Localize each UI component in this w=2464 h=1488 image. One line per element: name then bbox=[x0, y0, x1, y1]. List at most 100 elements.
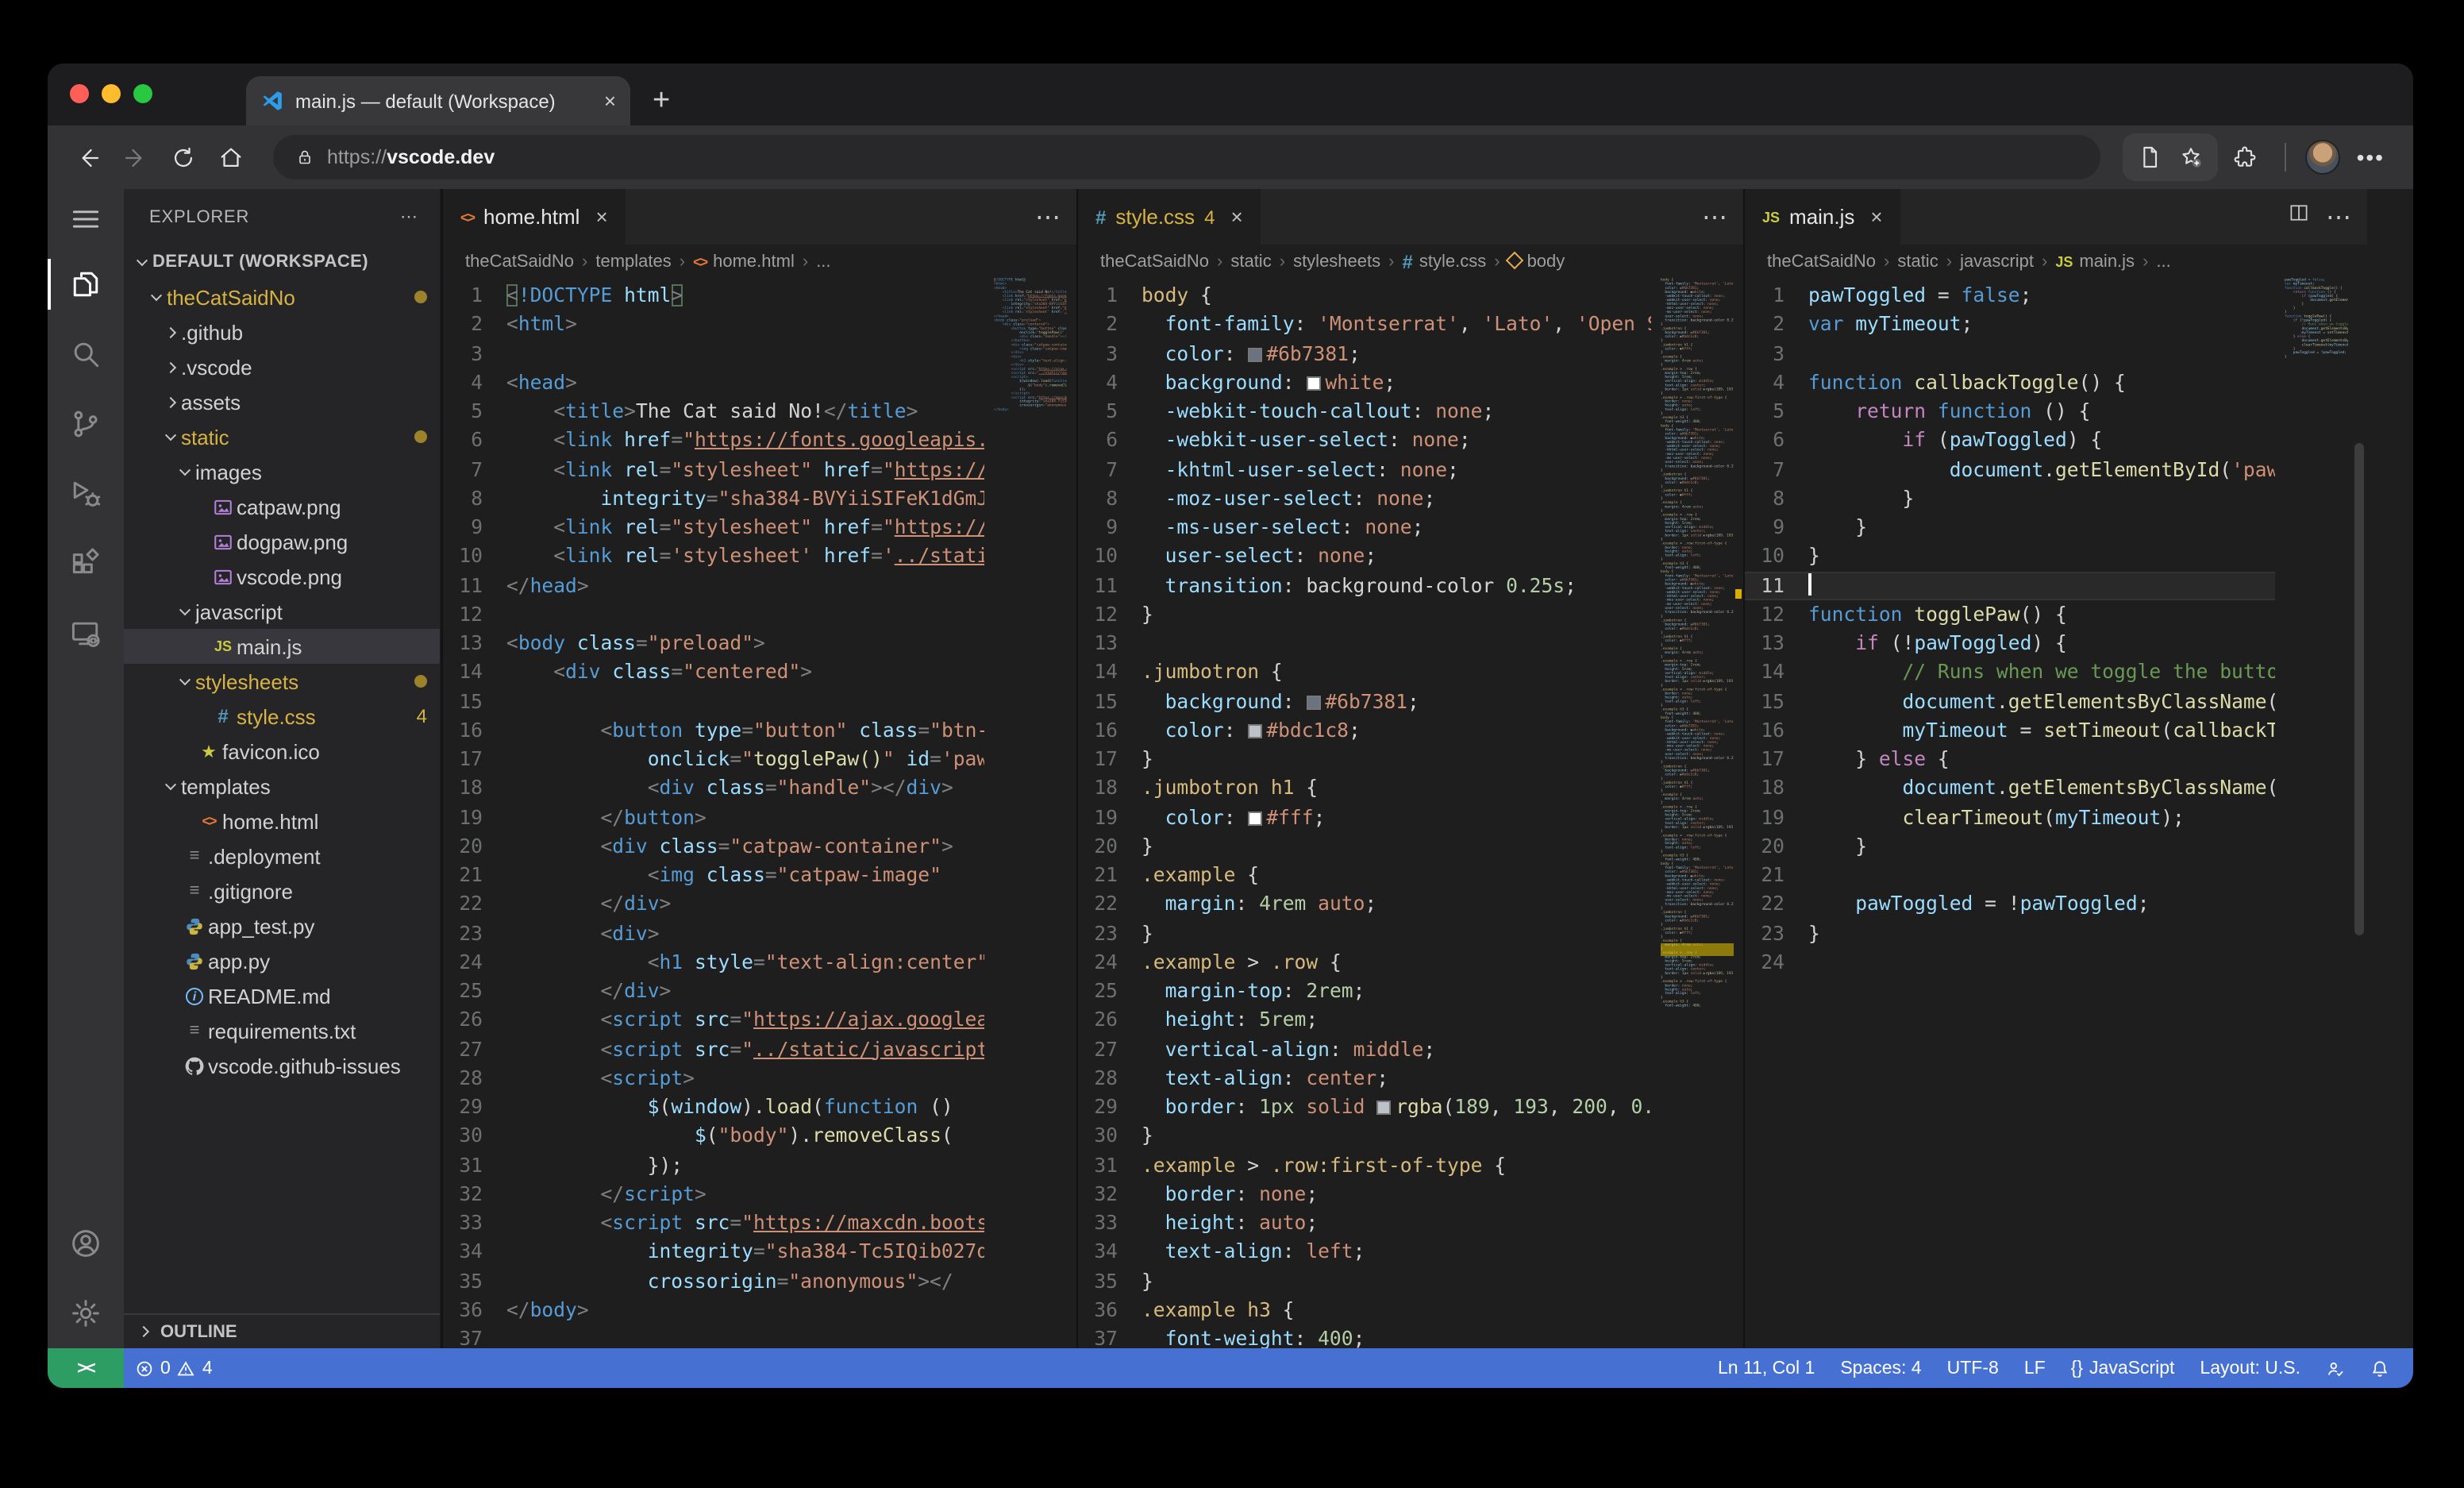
forward-button[interactable] bbox=[114, 137, 156, 178]
explorer-actions-icon[interactable]: ⋯ bbox=[400, 206, 418, 227]
tree-item-favicon.ico[interactable]: ★ favicon.ico bbox=[124, 734, 440, 769]
tree-item-app-test.py[interactable]: app_test.py bbox=[124, 908, 440, 943]
tree-item-vscode.github-issues[interactable]: vscode.github-issues bbox=[124, 1048, 440, 1083]
editor-tab-home.html[interactable]: <> home.html × bbox=[443, 189, 626, 245]
overview-ruler[interactable] bbox=[2348, 278, 2367, 1348]
browser-extensions-icon[interactable] bbox=[2225, 137, 2266, 178]
status-encoding[interactable]: UTF-8 bbox=[1936, 1359, 2010, 1378]
url-bar[interactable]: https://vscode.dev bbox=[273, 135, 2101, 179]
tree-item-dogpaw.png[interactable]: dogpaw.png bbox=[124, 524, 440, 559]
breadcrumb-item[interactable]: static bbox=[1897, 252, 1938, 271]
breadcrumb-item[interactable]: javascript bbox=[1960, 252, 2034, 271]
tree-item-vscode.png[interactable]: vscode.png bbox=[124, 559, 440, 594]
editor-tab-main.js[interactable]: JS main.js × bbox=[1745, 189, 1900, 245]
tab-close-icon[interactable]: × bbox=[1230, 205, 1242, 229]
tree-item-readme.md[interactable]: i README.md bbox=[124, 978, 440, 1013]
explorer-icon[interactable] bbox=[48, 249, 124, 319]
new-tab-button[interactable]: + bbox=[653, 84, 670, 119]
overview-ruler[interactable] bbox=[1067, 278, 1076, 1348]
breadcrumb-item[interactable]: body bbox=[1505, 250, 1565, 271]
feedback-icon[interactable] bbox=[2315, 1359, 2356, 1378]
breadcrumb[interactable]: theCatSaidNo › static › javascript › JS main.js… bbox=[1745, 245, 2367, 278]
tree-item-thecatsaidno[interactable]: theCatSaidNo bbox=[124, 279, 440, 314]
breadcrumb[interactable]: theCatSaidNo › templates › <> home.html ›... bbox=[443, 245, 1076, 278]
tab-close-icon[interactable]: × bbox=[595, 205, 607, 229]
tree-item-.vscode[interactable]: .vscode bbox=[124, 349, 440, 384]
tree-item-.github[interactable]: .github bbox=[124, 314, 440, 349]
run-debug-icon[interactable] bbox=[48, 459, 124, 529]
settings-gear-icon[interactable] bbox=[48, 1278, 124, 1348]
code-editor[interactable]: 1 <!DOCTYPE html> 2 <html> 3 4 <head> 5 <title>… bbox=[443, 278, 1076, 1348]
tab-bar: JS main.js × ⋯ bbox=[1745, 189, 2367, 245]
breadcrumb-item[interactable]: templates bbox=[595, 252, 671, 271]
status-language[interactable]: {} JavaScript bbox=[2060, 1359, 2186, 1378]
breadcrumb-item[interactable]: stylesheets bbox=[1293, 252, 1380, 271]
status-indentation[interactable]: Spaces: 4 bbox=[1829, 1359, 1932, 1378]
bookmark-add-icon[interactable] bbox=[2171, 137, 2212, 178]
status-cursor-position[interactable]: Ln 11, Col 1 bbox=[1707, 1359, 1826, 1378]
window-zoom-button[interactable] bbox=[133, 84, 152, 103]
editor-actions-icon[interactable]: ⋯ bbox=[2326, 201, 2351, 233]
tree-item-.gitignore[interactable]: ≡ .gitignore bbox=[124, 873, 440, 908]
tree-item-templates[interactable]: templates bbox=[124, 769, 440, 804]
tree-item-default-workspace-[interactable]: DEFAULT (WORKSPACE) bbox=[124, 245, 440, 279]
breadcrumb-item[interactable]: theCatSaidNo bbox=[1767, 252, 1876, 271]
tree-item-assets[interactable]: assets bbox=[124, 384, 440, 419]
tree-item-javascript[interactable]: javascript bbox=[124, 594, 440, 629]
minimap[interactable]: body { font-family: 'Montserrat', 'Lato'… bbox=[1661, 278, 1734, 1348]
css-icon: # bbox=[1402, 250, 1413, 272]
back-button[interactable] bbox=[67, 137, 108, 178]
reload-button[interactable] bbox=[162, 137, 203, 178]
breadcrumb-item[interactable]: <> home.html bbox=[693, 252, 795, 271]
overview-ruler[interactable] bbox=[1734, 278, 1743, 1348]
tab-close-icon[interactable]: × bbox=[1870, 205, 1882, 229]
menu-icon[interactable] bbox=[48, 189, 124, 249]
remote-indicator[interactable]: >< bbox=[48, 1348, 124, 1388]
editor-scrollbar-thumb[interactable] bbox=[2354, 443, 2364, 935]
browser-tab-close-icon[interactable]: × bbox=[604, 89, 616, 113]
tree-item-stylesheets[interactable]: stylesheets bbox=[124, 664, 440, 699]
account-icon[interactable] bbox=[48, 1209, 124, 1278]
code-editor[interactable]: 1 pawToggled = false; 2 var myTimeout; 3 4 fun… bbox=[1745, 278, 2367, 1348]
breadcrumb-item[interactable]: theCatSaidNo bbox=[1100, 252, 1209, 271]
tree-item-static[interactable]: static bbox=[124, 419, 440, 454]
tree-item-main.js[interactable]: JS main.js bbox=[124, 629, 440, 664]
code-editor[interactable]: 1 body {2 font-family: 'Montserrat', 'Lat… bbox=[1078, 278, 1743, 1348]
tree-item-.deployment[interactable]: ≡ .deployment bbox=[124, 838, 440, 873]
search-icon[interactable] bbox=[48, 319, 124, 389]
profile-avatar[interactable] bbox=[2305, 140, 2341, 175]
status-keyboard-layout[interactable]: Layout: U.S. bbox=[2189, 1359, 2312, 1378]
tree-item-catpaw.png[interactable]: catpaw.png bbox=[124, 489, 440, 524]
breadcrumb-item[interactable]: static bbox=[1230, 252, 1271, 271]
minimap[interactable]: pawToggled = false; var myTimeout; functio… bbox=[2285, 278, 2348, 1348]
window-close-button[interactable] bbox=[70, 84, 89, 103]
remote-explorer-icon[interactable] bbox=[48, 599, 124, 669]
breadcrumb-item[interactable]: ... bbox=[816, 252, 830, 271]
editor-actions-icon[interactable]: ⋯ bbox=[1702, 201, 1727, 233]
browser-menu-icon[interactable]: ••• bbox=[2357, 145, 2385, 170]
extensions-icon[interactable] bbox=[48, 529, 124, 599]
tree-item-requirements.txt[interactable]: ≡ requirements.txt bbox=[124, 1013, 440, 1048]
editor-tab-style.css[interactable]: # style.css 4 × bbox=[1078, 189, 1261, 245]
breadcrumb-item[interactable]: JS main.js bbox=[2055, 252, 2135, 271]
tree-item-images[interactable]: images bbox=[124, 454, 440, 489]
minimap[interactable]: <!DOCTYPE html> <html> <head> <title>The C… bbox=[994, 278, 1067, 1348]
notifications-bell-icon[interactable] bbox=[2359, 1359, 2400, 1378]
status-eol[interactable]: LF bbox=[2013, 1359, 2057, 1378]
source-control-icon[interactable] bbox=[48, 389, 124, 459]
browser-tab[interactable]: main.js — default (Workspace) × bbox=[246, 76, 630, 125]
tree-item-home.html[interactable]: <> home.html bbox=[124, 804, 440, 838]
home-button[interactable] bbox=[210, 137, 251, 178]
breadcrumb-item[interactable]: ... bbox=[2156, 252, 2170, 271]
tree-item-style.css[interactable]: # style.css 4 bbox=[124, 699, 440, 734]
window-minimize-button[interactable] bbox=[102, 84, 121, 103]
problems-status[interactable]: 0 4 bbox=[124, 1348, 224, 1388]
split-editor-icon[interactable] bbox=[2288, 202, 2310, 232]
editor-actions-icon[interactable]: ⋯ bbox=[1035, 201, 1061, 233]
outline-section[interactable]: OUTLINE bbox=[124, 1313, 440, 1348]
page-icon[interactable] bbox=[2130, 137, 2171, 178]
breadcrumb-item[interactable]: theCatSaidNo bbox=[465, 252, 574, 271]
breadcrumb-item[interactable]: # style.css bbox=[1402, 250, 1486, 272]
tree-item-app.py[interactable]: app.py bbox=[124, 943, 440, 978]
breadcrumb[interactable]: theCatSaidNo › static › stylesheets › # style.c… bbox=[1078, 245, 1743, 278]
